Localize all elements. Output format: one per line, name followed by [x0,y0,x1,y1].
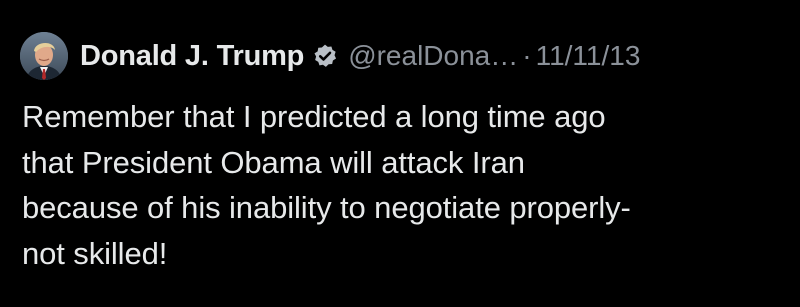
verified-badge-icon [312,43,338,69]
tweet-card: Donald J. Trump @realDona… · 11/11/13 Re… [0,0,800,307]
tweet-date[interactable]: 11/11/13 [536,40,641,72]
separator-dot: · [522,40,532,71]
portrait-icon [20,32,68,80]
author-handle[interactable]: @realDona… [348,40,518,72]
tweet-header: Donald J. Trump @realDona… · 11/11/13 [20,32,640,80]
author-display-name[interactable]: Donald J. Trump [80,40,304,73]
tweet-text: Remember that I predicted a long time ag… [22,99,631,271]
avatar[interactable] [20,32,68,80]
